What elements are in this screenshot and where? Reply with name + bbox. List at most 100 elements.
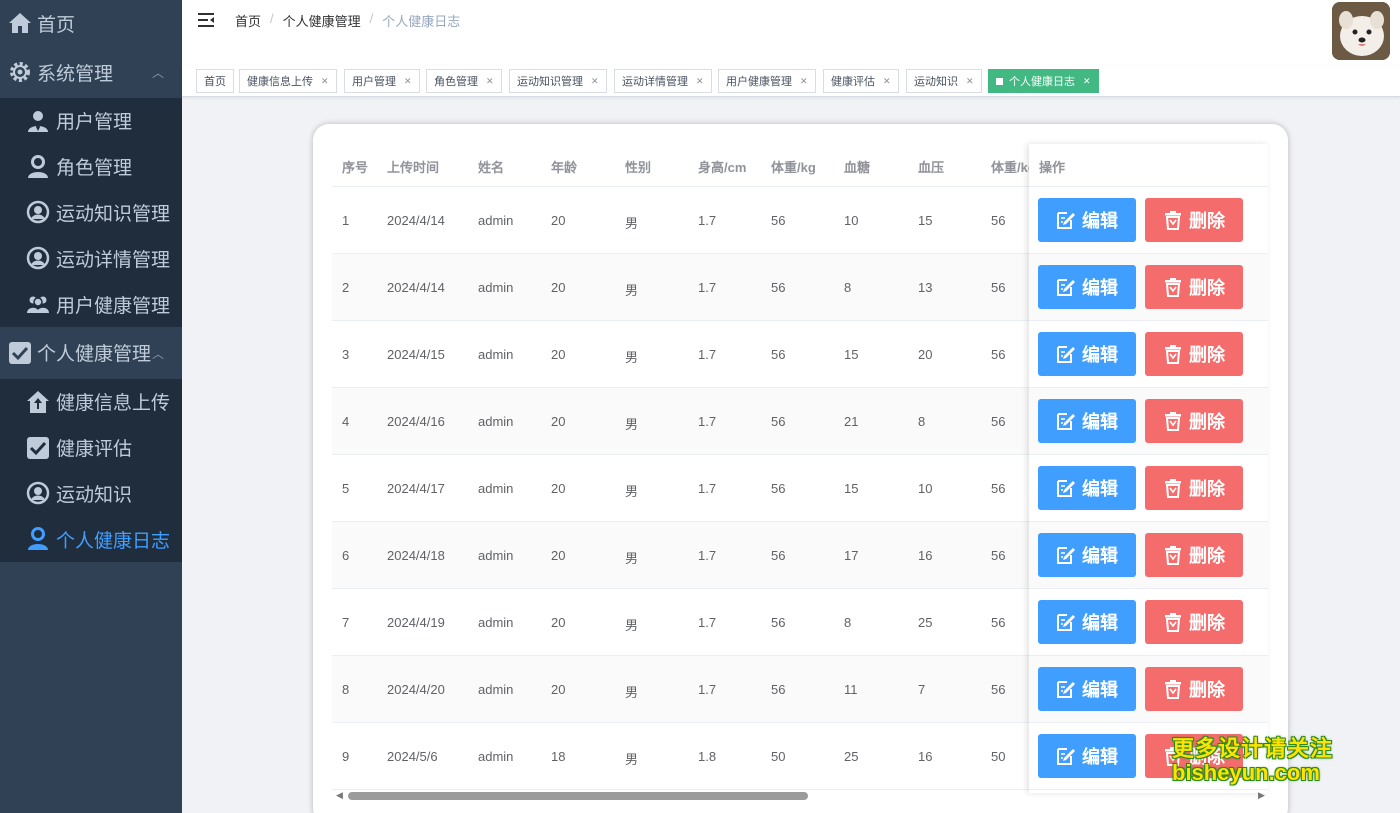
sidebar-item-user-management[interactable]: 用户管理 [0, 98, 182, 144]
navbar: 首页 / 个人健康管理 / 个人健康日志 [182, 0, 1400, 66]
sidebar-item-label: 运动知识 [56, 484, 133, 506]
edit-icon [1056, 344, 1082, 364]
close-icon[interactable]: ✕ [404, 76, 412, 87]
table-cell: 男 [625, 216, 639, 231]
edit-button[interactable]: 编辑 [1038, 466, 1136, 510]
edit-icon [1056, 277, 1082, 297]
table-cell: 50 [771, 749, 786, 764]
ops-row: 编辑 删除 [1029, 522, 1268, 589]
delete-button[interactable]: 删除 [1145, 667, 1243, 711]
sidebar: 首页 系统管理 ︿ 用户管理 角色管理 运动知识管理 运动详情管理 用户健康管理 [0, 0, 182, 813]
tag-exercise-knowledge-management[interactable]: 运动知识管理 ✕ [509, 69, 607, 93]
active-dot-icon [996, 77, 1003, 85]
horizontal-scrollbar[interactable]: ◀ ▶ [332, 788, 1268, 802]
edit-button[interactable]: 编辑 [1038, 667, 1136, 711]
breadcrumb-item[interactable]: 首页 [235, 11, 261, 30]
sidebar-item-exercise-knowledge-management[interactable]: 运动知识管理 [0, 190, 182, 236]
gear-icon [8, 60, 32, 84]
delete-label: 删除 [1189, 680, 1225, 700]
delete-button[interactable]: 删除 [1145, 332, 1243, 376]
edit-button[interactable]: 编辑 [1038, 533, 1136, 577]
delete-button[interactable]: 删除 [1145, 198, 1243, 242]
delete-button[interactable]: 删除 [1145, 600, 1243, 644]
table-cell: 1.7 [698, 548, 717, 563]
delete-button[interactable]: 删除 [1145, 466, 1243, 510]
sidebar-item-health-upload[interactable]: 健康信息上传 [0, 379, 182, 425]
menu-group-personal-health[interactable]: 个人健康管理 ︿ [0, 326, 182, 379]
table-cell: 20 [918, 347, 933, 362]
sidebar-item-role-management[interactable]: 角色管理 [0, 144, 182, 190]
chevron-up-icon: ︿ [151, 346, 164, 361]
table-cell: 56 [991, 481, 1006, 496]
tag-health-assessment[interactable]: 健康评估 ✕ [823, 69, 899, 93]
table-cell: 2024/4/20 [387, 682, 445, 697]
close-icon[interactable]: ✕ [321, 76, 329, 87]
column-header: 体重/kg [771, 160, 816, 175]
tag-role-management[interactable]: 角色管理 ✕ [426, 69, 502, 93]
edit-label: 编辑 [1082, 412, 1118, 432]
tag-user-health-management[interactable]: 用户健康管理 ✕ [718, 69, 816, 93]
menu-label: 个人健康管理 [37, 344, 152, 366]
delete-button[interactable]: 删除 [1145, 533, 1243, 577]
table-cell: admin [478, 481, 514, 496]
table-cell: 56 [771, 414, 786, 429]
tag-personal-health-log[interactable]: 个人健康日志 ✕ [988, 69, 1099, 93]
trash-icon [1163, 344, 1189, 364]
table-cell: admin [478, 682, 514, 697]
breadcrumb-item[interactable]: 个人健康管理 [283, 11, 361, 30]
edit-button[interactable]: 编辑 [1038, 198, 1136, 242]
table-cell: 20 [551, 280, 566, 295]
sidebar-item-health-assessment[interactable]: 健康评估 [0, 425, 182, 471]
close-icon[interactable]: ✕ [591, 76, 599, 87]
edit-icon [1056, 411, 1082, 431]
table-cell: 2024/4/14 [387, 280, 445, 295]
sidebar-item-user-health-management[interactable]: 用户健康管理 [0, 281, 182, 327]
close-icon[interactable]: ✕ [1083, 76, 1091, 87]
checkbox-icon [26, 436, 50, 460]
table-cell: 10 [918, 481, 933, 496]
tag-label: 健康信息上传 [247, 76, 313, 88]
breadcrumb-separator: / [369, 11, 374, 26]
tag-exercise-detail-management[interactable]: 运动详情管理 ✕ [614, 69, 712, 93]
sidebar-item-exercise-detail-management[interactable]: 运动详情管理 [0, 235, 182, 281]
tag-user-management[interactable]: 用户管理 ✕ [344, 69, 420, 93]
edit-button[interactable]: 编辑 [1038, 734, 1136, 778]
avatar[interactable] [1332, 2, 1390, 60]
tag-exercise-knowledge[interactable]: 运动知识 ✕ [906, 69, 982, 93]
edit-button[interactable]: 编辑 [1038, 399, 1136, 443]
close-icon[interactable]: ✕ [800, 76, 808, 87]
hamburger-icon[interactable] [198, 12, 214, 28]
table-cell: 男 [625, 484, 639, 499]
edit-button[interactable]: 编辑 [1038, 600, 1136, 644]
menu-group-system[interactable]: 系统管理 ︿ [0, 46, 182, 98]
scroll-thumb[interactable] [348, 792, 808, 800]
menu-item-home[interactable]: 首页 [0, 0, 182, 46]
watermark-line: bisheyun.com [1172, 760, 1320, 786]
tag-home[interactable]: 首页 [196, 69, 234, 93]
delete-label: 删除 [1189, 479, 1225, 499]
ops-row: 编辑 删除 [1029, 254, 1268, 321]
close-icon[interactable]: ✕ [883, 76, 891, 87]
tag-label: 健康评估 [831, 76, 875, 88]
breadcrumb-separator: / [270, 11, 274, 26]
sidebar-item-personal-health-log[interactable]: 个人健康日志 [0, 516, 182, 562]
edit-button[interactable]: 编辑 [1038, 265, 1136, 309]
table-cell: 2024/4/18 [387, 548, 445, 563]
sidebar-item-label: 健康信息上传 [56, 393, 171, 415]
delete-button[interactable]: 删除 [1145, 399, 1243, 443]
table-body-scroll[interactable]: 序号 上传时间 姓名 年龄 性别 身高/cm 体重/kg 血糖 血压 体重/kg… [332, 144, 1029, 793]
edit-button[interactable]: 编辑 [1038, 332, 1136, 376]
delete-button[interactable]: 删除 [1145, 265, 1243, 309]
tag-label: 运动知识 [914, 76, 958, 88]
scroll-left-icon[interactable]: ◀ [336, 790, 343, 801]
tag-health-upload[interactable]: 健康信息上传 ✕ [239, 69, 337, 93]
scroll-right-icon[interactable]: ▶ [1258, 790, 1265, 801]
tag-label: 首页 [204, 76, 226, 88]
sidebar-item-label: 运动知识管理 [56, 203, 171, 225]
sidebar-item-exercise-knowledge[interactable]: 运动知识 [0, 471, 182, 517]
close-icon[interactable]: ✕ [696, 76, 704, 87]
user-circle-icon [26, 200, 50, 224]
table-cell: 13 [918, 280, 933, 295]
close-icon[interactable]: ✕ [486, 76, 494, 87]
close-icon[interactable]: ✕ [966, 76, 974, 87]
